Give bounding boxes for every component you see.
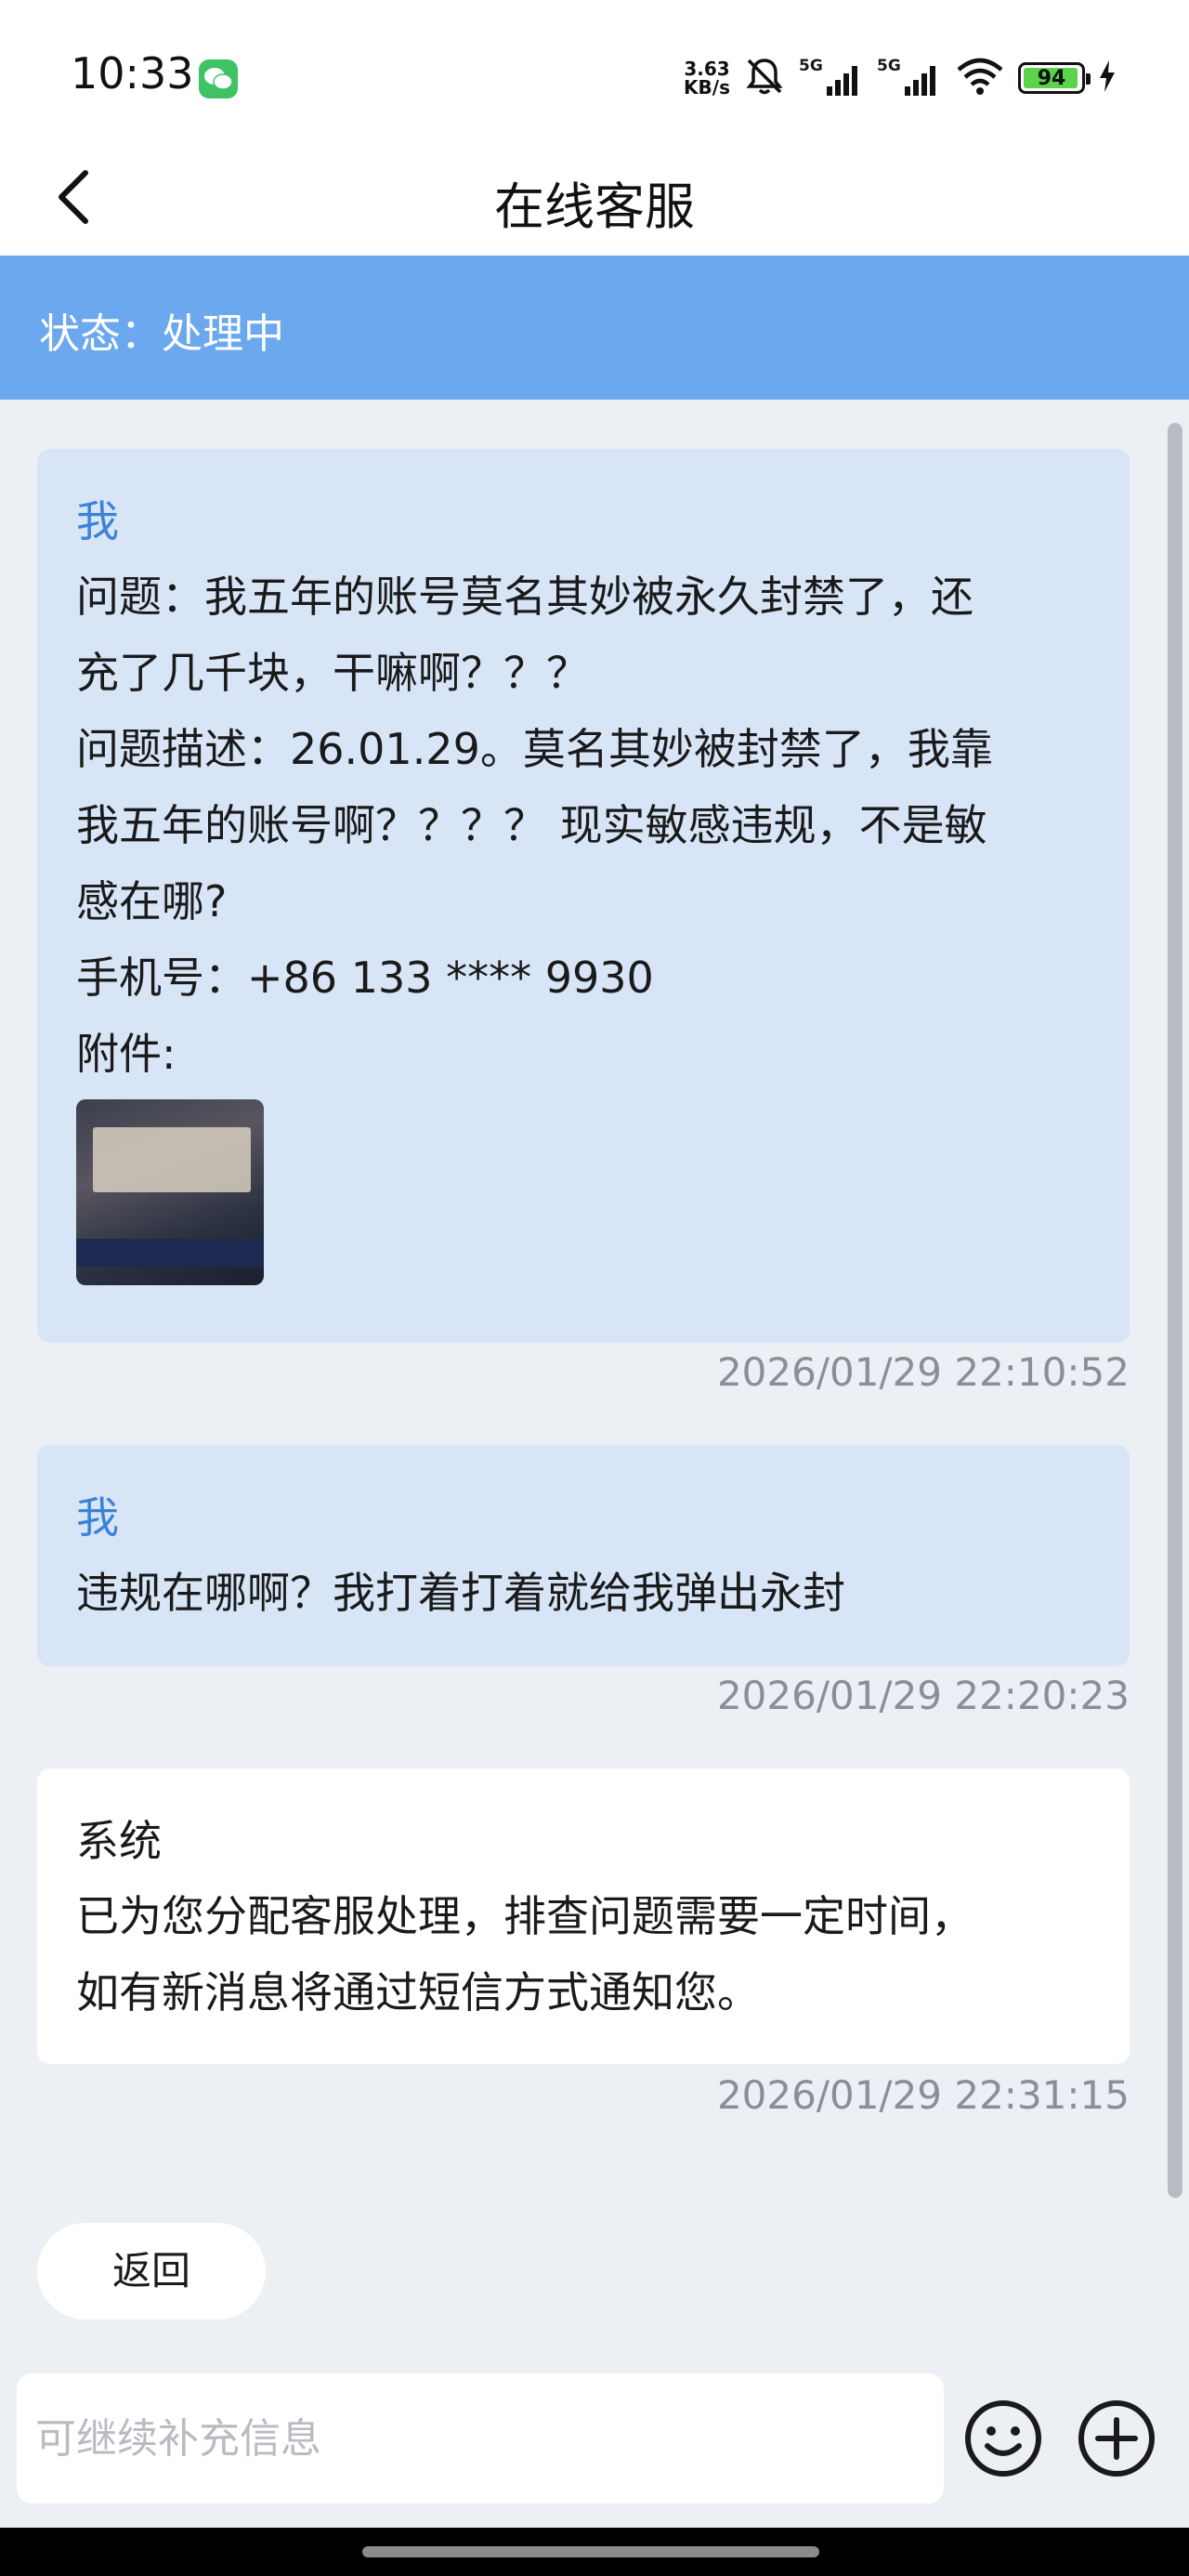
attachment-image-detail [76,1239,264,1267]
nav-bar: 在线客服 [0,149,1189,256]
message-input[interactable] [17,2373,944,2504]
more-options-button[interactable] [1076,2398,1157,2479]
plus-circle-icon [1078,2400,1155,2477]
ticket-status-banner: 状态：处理中 [0,256,1189,400]
attachment-thumbnail[interactable] [76,1099,264,1285]
message-line: 我五年的账号啊？？？？ 现实敏感违规，不是敏 [76,800,987,850]
message-timestamp: 2026/01/29 22:10:52 [716,1349,1130,1395]
net-speed-value: 3.63 [684,58,730,80]
message-line: 充了几千块，干嘛啊？？？ [76,648,589,698]
message-sender: 我 [76,496,119,546]
message-timestamp: 2026/01/29 22:31:15 [716,2072,1130,2118]
message-line: 附件: [76,1029,176,1079]
message-bubble: 系统 已为您分配客服处理，排查问题需要一定时间， 如有新消息将通过短信方式通知您… [37,1768,1130,2064]
customer-service-screen: 10:33 3.63 KB/s 5G 5G 94 在线客服 状态：处理中 我 问… [0,0,1189,2576]
battery-icon: 94 [1018,62,1091,94]
net-speed-unit: KB/s [684,76,730,99]
signal-5g-icon: 5G [877,57,942,99]
input-area [0,2351,1189,2528]
charging-icon [1098,60,1117,96]
message-line: 问题：我五年的账号莫名其妙被永久封禁了，还 [76,572,973,622]
bell-muted-icon [743,55,786,101]
home-indicator[interactable] [362,2546,819,2557]
message-bubble: 我 问题：我五年的账号莫名其妙被永久封禁了，还 充了几千块，干嘛啊？？？ 问题描… [37,449,1130,1343]
attachment-image-detail [93,1127,251,1192]
status-indicators: 3.63 KB/s 5G 5G 94 [684,52,1117,104]
battery-level: 94 [1037,66,1066,90]
message-line: 感在哪? [76,876,228,927]
message-timestamp: 2026/01/29 22:20:23 [716,1673,1130,1718]
net-speed: 3.63 KB/s [684,59,730,97]
wechat-icon [199,59,238,99]
message-line: 手机号：+86 133 **** 9930 [76,953,654,1003]
scrollbar[interactable] [1168,423,1182,2198]
status-time: 10:33 [71,48,194,99]
signal-5g-icon: 5G [799,57,864,99]
system-nav-bar [0,2528,1189,2576]
message-line: 如有新消息将通过短信方式通知您。 [76,1967,760,2017]
message-bubble: 我 违规在哪啊？我打着打着就给我弹出永封 [37,1445,1130,1666]
page-title: 在线客服 [494,177,695,236]
message-sender: 系统 [76,1816,162,1866]
return-button[interactable]: 返回 [37,2223,266,2320]
emoji-button[interactable] [962,2398,1044,2479]
smiley-icon [965,2400,1041,2477]
message-sender: 我 [76,1492,119,1543]
message-line: 已为您分配客服处理，排查问题需要一定时间， [76,1891,973,1941]
wifi-icon [955,55,1005,101]
message-line: 违规在哪啊？我打着打着就给我弹出永封 [76,1568,845,1618]
ticket-status: 状态：处理中 [39,310,284,358]
status-bar: 10:33 3.63 KB/s 5G 5G 94 [0,0,1189,149]
message-line: 问题描述：26.01.29。莫名其妙被封禁了，我靠 [76,724,993,774]
